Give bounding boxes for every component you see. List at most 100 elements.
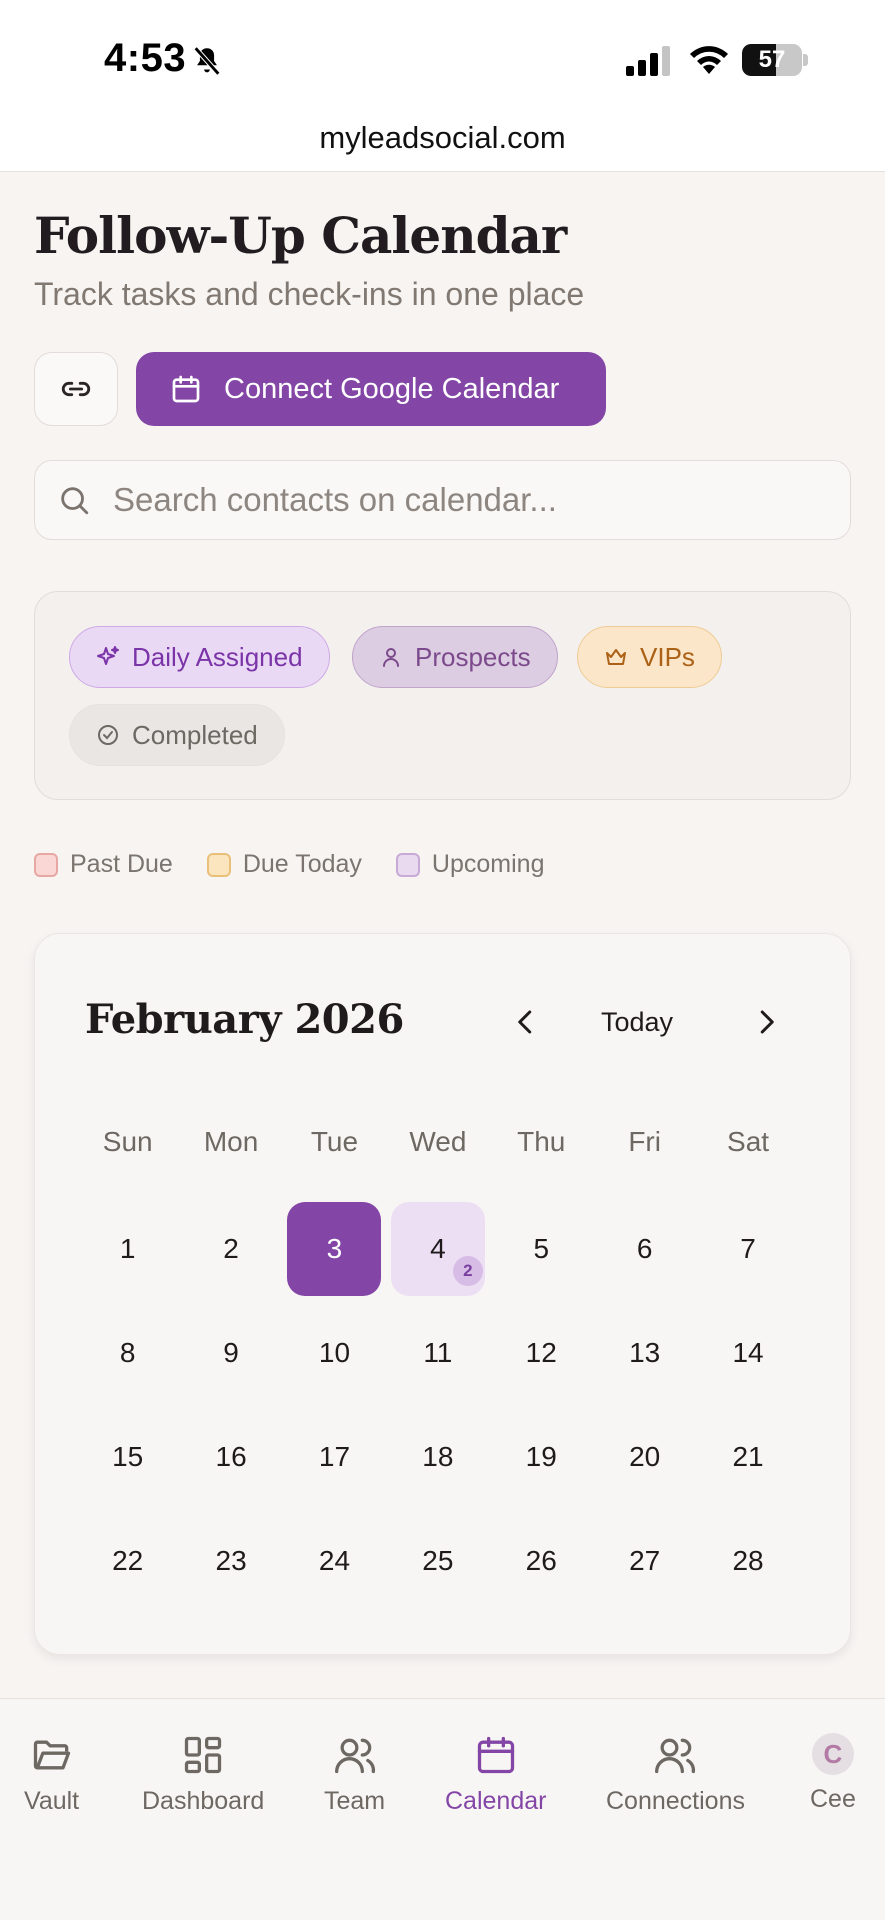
today-button[interactable]: Today <box>581 1002 693 1042</box>
signal-icon <box>626 46 670 76</box>
filter-daily-label: Daily Assigned <box>132 641 303 672</box>
filter-completed[interactable]: Completed <box>69 704 285 766</box>
day-number: 12 <box>525 1337 557 1368</box>
weekday-label: Sun <box>102 1126 153 1157</box>
day-number: 24 <box>318 1545 351 1576</box>
calendar-day[interactable]: 15 <box>76 1405 179 1509</box>
calendar-day[interactable]: 1 <box>76 1197 179 1301</box>
nav-dashboard[interactable]: Dashboard <box>142 1733 264 1816</box>
nav-team-label: Team <box>324 1787 386 1815</box>
calendar-day[interactable]: 5 <box>490 1197 593 1301</box>
day-number: 2 <box>223 1233 239 1264</box>
day-number: 8 <box>119 1337 136 1368</box>
day-number: 21 <box>732 1441 764 1472</box>
user-icon <box>383 648 399 667</box>
calendar-day[interactable]: 8 <box>76 1301 179 1405</box>
connect-button-label: Connect Google Calendar <box>224 372 560 405</box>
due-today-swatch <box>206 852 231 877</box>
day-number: 23 <box>215 1545 247 1576</box>
copy-link-button[interactable] <box>34 352 118 426</box>
days-grid: 1 2 3 4 2 5 6 7 8 9 10 11 12 13 14 15 16 17 18 19 20 21 22 23 24… <box>76 1197 800 1613</box>
url-bar[interactable]: myleadsocial.com <box>0 110 885 172</box>
calendar-day[interactable]: 18 <box>386 1405 489 1509</box>
page-title: Follow-Up Calendar <box>34 206 567 265</box>
search-icon <box>61 487 89 515</box>
next-month-button[interactable] <box>741 997 791 1047</box>
nav-team[interactable]: Team <box>324 1733 385 1816</box>
weekday-label: Sat <box>727 1126 770 1157</box>
day-number: 7 <box>740 1233 756 1264</box>
weekday-label: Thu <box>517 1126 566 1157</box>
calendar-day[interactable]: 27 <box>593 1509 696 1613</box>
calendar-day[interactable]: 13 <box>593 1301 696 1405</box>
legend-due-today: Due Today <box>206 850 362 879</box>
day-number: 28 <box>732 1545 764 1576</box>
day-number: 27 <box>629 1545 661 1576</box>
nav-connections[interactable]: Connections <box>606 1733 745 1816</box>
day-number: 26 <box>525 1545 557 1576</box>
filter-prospects-label: Prospects <box>415 641 531 672</box>
calendar-day[interactable]: 20 <box>593 1405 696 1509</box>
calendar-day[interactable]: 12 <box>490 1301 593 1405</box>
nav-profile[interactable]: C Cee <box>810 1733 856 1814</box>
filter-prospects[interactable]: Prospects <box>352 626 558 688</box>
calendar-day[interactable]: 25 <box>386 1509 489 1613</box>
calendar-day[interactable]: 10 <box>283 1301 386 1405</box>
day-number: 20 <box>629 1441 661 1472</box>
bell-slash-icon <box>193 46 221 76</box>
legend-due-today-label: Due Today <box>242 850 362 878</box>
calendar-day[interactable]: 28 <box>696 1509 799 1613</box>
day-number: 17 <box>318 1441 351 1472</box>
dashboard-grid-icon <box>185 1736 222 1774</box>
calendar-day[interactable]: 2 <box>179 1197 282 1301</box>
calendar-day[interactable]: 7 <box>696 1197 799 1301</box>
calendar-icon <box>477 1736 514 1774</box>
day-number: 5 <box>533 1233 550 1264</box>
month-title: February 2026 <box>85 996 404 1043</box>
status-legend: Past Due Due Today Upcoming <box>34 850 544 879</box>
chevron-right-icon <box>760 1010 774 1034</box>
nav-calendar[interactable]: Calendar <box>445 1733 546 1816</box>
weekday-label: Wed <box>409 1126 467 1157</box>
calendar-day[interactable]: 26 <box>490 1509 593 1613</box>
users-icon <box>334 1738 375 1774</box>
day-number: 4 <box>430 1233 446 1264</box>
bottom-nav: Vault Dashboard Team Calendar Connection… <box>0 1698 885 1920</box>
calendar-day[interactable]: 17 <box>283 1405 386 1509</box>
calendar-day[interactable]: 11 <box>386 1301 489 1405</box>
filter-vips[interactable]: VIPs <box>577 626 722 688</box>
calendar-icon <box>172 375 200 403</box>
wifi-icon <box>690 46 728 74</box>
day-number: 11 <box>423 1337 453 1368</box>
battery-icon: 57 <box>742 44 808 76</box>
calendar-day[interactable]: 21 <box>696 1405 799 1509</box>
calendar-day[interactable]: 3 <box>283 1197 386 1301</box>
calendar-day[interactable]: 9 <box>179 1301 282 1405</box>
users-icon <box>655 1738 696 1774</box>
calendar-day[interactable]: 6 <box>593 1197 696 1301</box>
filter-daily-assigned[interactable]: Daily Assigned <box>69 626 330 688</box>
day-number: 1 <box>119 1233 136 1264</box>
prev-month-button[interactable] <box>501 997 551 1047</box>
calendar-day[interactable]: 19 <box>490 1405 593 1509</box>
calendar-day[interactable]: 24 <box>283 1509 386 1613</box>
search-box[interactable] <box>34 460 851 540</box>
calendar-day[interactable]: 16 <box>179 1405 282 1509</box>
legend-past-due: Past Due <box>34 850 173 879</box>
nav-dashboard-label: Dashboard <box>142 1787 265 1815</box>
calendar-day[interactable]: 23 <box>179 1509 282 1613</box>
nav-vault[interactable]: Vault <box>24 1733 79 1816</box>
day-number: 3 <box>326 1233 343 1264</box>
calendar-day[interactable]: 42 <box>386 1197 489 1301</box>
filter-completed-label: Completed <box>132 719 258 750</box>
day-number: 6 <box>636 1233 653 1264</box>
calendar-day[interactable]: 22 <box>76 1509 179 1613</box>
weekday-header: Sun Mon Tue Wed Thu Fri Sat <box>76 1126 800 1158</box>
filter-vips-label: VIPs <box>640 641 695 672</box>
search-input[interactable] <box>113 481 813 519</box>
calendar-day[interactable]: 14 <box>696 1301 799 1405</box>
connect-google-calendar-button[interactable]: Connect Google Calendar <box>136 352 606 426</box>
day-number: 14 <box>732 1337 764 1368</box>
legend-past-due-label: Past Due <box>70 850 173 878</box>
calendar-card: February 2026 Today Sun Mon Tue Wed Thu Fri Sa… <box>34 933 851 1655</box>
